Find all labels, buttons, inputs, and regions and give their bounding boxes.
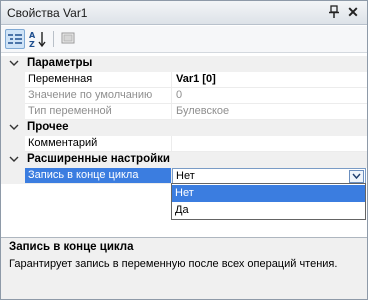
close-icon[interactable]: ✕ (346, 4, 360, 20)
chevron-down-icon[interactable] (9, 154, 19, 164)
property-value: 0 (172, 88, 367, 104)
title-bar: Свойства Var1 ✕ (1, 1, 367, 25)
sort-alphabetical-icon: A Z (29, 31, 46, 49)
category-label: Расширенные настройки (27, 153, 171, 165)
dropdown-option-no[interactable]: Нет (172, 185, 365, 202)
property-name: Тип переменной (25, 104, 172, 120)
category-other[interactable]: Прочее (1, 120, 367, 136)
svg-text:Z: Z (29, 40, 35, 49)
toolbar: A Z (1, 26, 367, 53)
property-row-comment[interactable]: Комментарий (1, 136, 367, 152)
svg-text:A: A (29, 31, 36, 40)
category-advanced[interactable]: Расширенные настройки (1, 152, 367, 168)
category-label: Параметры (27, 57, 93, 69)
description-panel: Запись в конце цикла Гарантирует запись … (1, 238, 367, 299)
property-name: Комментарий (25, 136, 172, 152)
category-label: Прочее (27, 121, 69, 133)
property-value[interactable]: Var1 [0] (172, 72, 367, 88)
categorized-view-icon (8, 34, 22, 44)
sort-alphabetical-button[interactable]: A Z (28, 29, 48, 49)
property-row-write-at-cycle-end[interactable]: Запись в конце цикла Нет (1, 168, 367, 185)
property-pages-button[interactable] (59, 29, 79, 49)
property-value[interactable] (172, 136, 367, 152)
property-name: Запись в конце цикла (25, 168, 172, 184)
chevron-down-icon[interactable] (9, 58, 19, 68)
description-title: Запись в конце цикла (9, 241, 134, 253)
toolbar-separator (53, 31, 54, 47)
property-value: Булевское (172, 104, 367, 120)
dropdown-toggle-button[interactable] (349, 170, 364, 183)
window-title: Свойства Var1 (7, 6, 88, 20)
dropdown-selected-value: Нет (176, 170, 195, 182)
chevron-down-icon (352, 173, 361, 180)
property-name: Переменная (25, 72, 172, 88)
property-name: Значение по умолчанию (25, 88, 172, 104)
dropdown-option-yes[interactable]: Да (172, 202, 365, 219)
description-text: Гарантирует запись в переменную после вс… (9, 258, 338, 270)
dropdown-list: Нет Да (171, 183, 366, 220)
category-params[interactable]: Параметры (1, 56, 367, 72)
properties-window: Свойства Var1 ✕ A Z Параметры Переменная… (0, 0, 368, 300)
chevron-down-icon[interactable] (9, 122, 19, 132)
property-row-variable-type[interactable]: Тип переменной Булевское (1, 104, 367, 120)
property-row-default-value[interactable]: Значение по умолчанию 0 (1, 88, 367, 104)
categorized-view-button[interactable] (5, 29, 25, 49)
property-pages-icon (61, 32, 75, 44)
pin-icon[interactable] (327, 5, 341, 19)
property-row-variable[interactable]: Переменная Var1 [0] (1, 72, 367, 88)
